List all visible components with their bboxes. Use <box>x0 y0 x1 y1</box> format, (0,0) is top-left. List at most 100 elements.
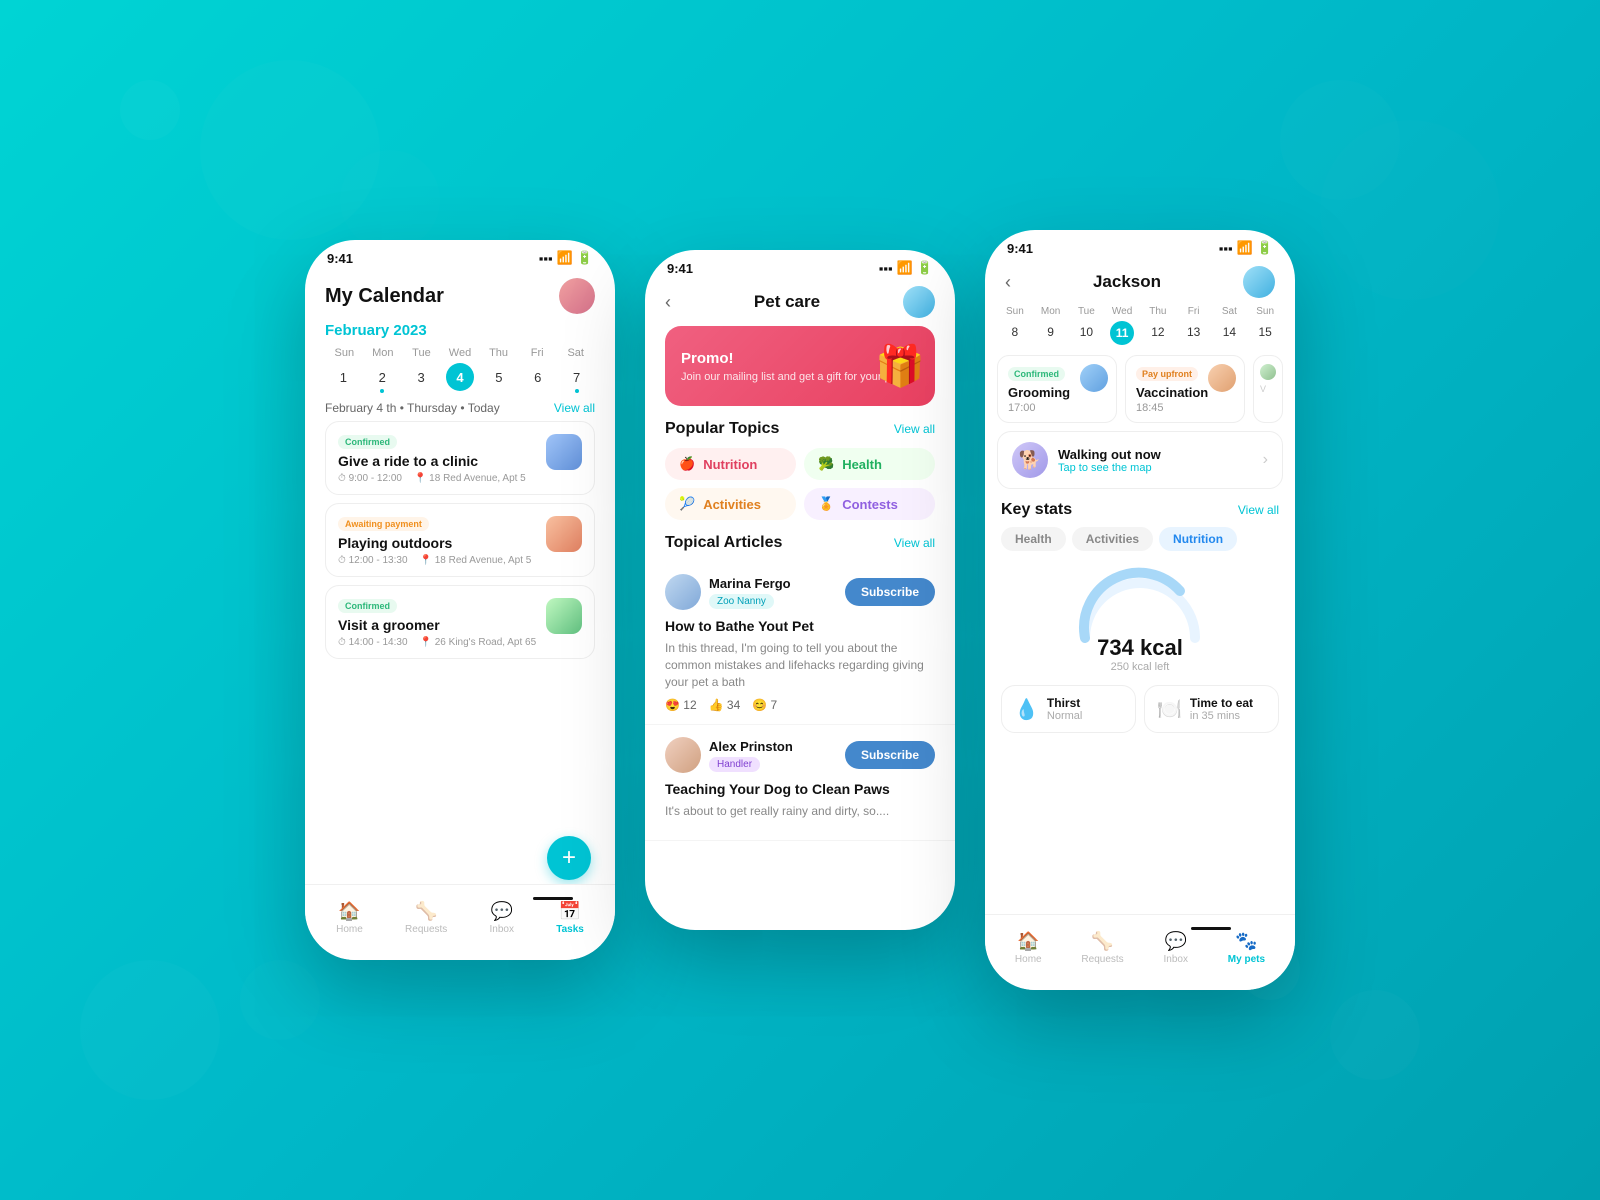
cal-day-6[interactable]: 6 <box>524 363 552 391</box>
cal-day-2[interactable]: 2 <box>368 363 396 391</box>
wifi-icon-c: 📶 <box>897 260 913 276</box>
stats-tab-health[interactable]: Health <box>1001 527 1066 551</box>
appt-card-grooming[interactable]: Confirmed Grooming 17:00 <box>997 355 1117 423</box>
rcd-9[interactable]: 9 <box>1033 321 1069 345</box>
appt-avatar-vaccination <box>1208 364 1236 392</box>
pet-name-title: Jackson <box>1011 272 1243 292</box>
topics-grid: 🍎 Nutrition 🥦 Health 🎾 Activities 🏅 Cont… <box>645 448 955 534</box>
rcd-8[interactable]: 8 <box>997 321 1033 345</box>
appt-card-vaccination[interactable]: Pay upfront Vaccination 18:45 <box>1125 355 1245 423</box>
rcd-10[interactable]: 10 <box>1069 321 1105 345</box>
rcd-14[interactable]: 14 <box>1212 321 1248 345</box>
topical-articles-view-all[interactable]: View all <box>894 536 935 550</box>
nav-item-tasks-left[interactable]: 📅 Tasks <box>556 901 584 935</box>
rcd-15[interactable]: 15 <box>1247 321 1283 345</box>
topical-articles-header: Topical Articles View all <box>645 534 955 562</box>
nav-item-inbox-right[interactable]: 💬 Inbox <box>1164 931 1188 965</box>
event-card-1[interactable]: Awaiting payment Playing outdoors ⏱ 12:0… <box>325 503 595 577</box>
cal-day-5[interactable]: 5 <box>485 363 513 391</box>
user-avatar-center[interactable] <box>903 286 935 318</box>
stat-thirst[interactable]: 💧 Thirst Normal <box>1001 685 1136 733</box>
article-excerpt-1: It's about to get really rainy and dirty… <box>665 803 935 820</box>
walk-title: Walking out now <box>1058 447 1253 462</box>
view-all-left[interactable]: View all <box>554 401 595 415</box>
topic-health[interactable]: 🥦 Health <box>804 448 935 480</box>
topic-activities[interactable]: 🎾 Activities <box>665 488 796 520</box>
signal-icon-c: ▪▪▪ <box>879 261 893 276</box>
topic-contests[interactable]: 🏅 Contests <box>804 488 935 520</box>
popular-topics-view-all[interactable]: View all <box>894 422 935 436</box>
subscribe-button-1[interactable]: Subscribe <box>845 741 935 769</box>
rcd-12[interactable]: 12 <box>1140 321 1176 345</box>
kcal-value: 734 kcal <box>1097 635 1183 661</box>
author-role-1: Handler <box>709 757 760 772</box>
nav-item-home-right[interactable]: 🏠 Home <box>1015 931 1042 965</box>
subscribe-button-0[interactable]: Subscribe <box>845 578 935 606</box>
center-header: ‹ Pet care <box>645 280 955 326</box>
inbox-icon-right: 💬 <box>1165 931 1187 952</box>
cal-header: Sun Mon Tue Wed Thu Fri Sat <box>325 347 595 359</box>
appt-badge-confirmed: Confirmed <box>1008 367 1065 381</box>
topic-nutrition[interactable]: 🍎 Nutrition <box>665 448 796 480</box>
cal-day-4[interactable]: 4 <box>446 363 474 391</box>
popular-topics-header: Popular Topics View all <box>645 420 955 448</box>
walk-subtitle: Tap to see the map <box>1058 462 1253 474</box>
key-stats-view-all[interactable]: View all <box>1238 503 1279 517</box>
calendar-title: My Calendar <box>325 285 444 308</box>
key-stats-title: Key stats <box>1001 501 1072 519</box>
nav-item-requests-right[interactable]: 🦴 Requests <box>1081 931 1123 965</box>
walking-card[interactable]: 🐕 Walking out now Tap to see the map › <box>997 431 1283 489</box>
nav-item-home-left[interactable]: 🏠 Home <box>336 901 363 935</box>
cal-day-7[interactable]: 7 <box>563 363 591 391</box>
event-badge-0: Confirmed <box>338 435 397 449</box>
right-header: ‹ Jackson <box>985 260 1295 306</box>
article-card-1[interactable]: Alex Prinston Handler Subscribe Teaching… <box>645 725 955 841</box>
event-avatar-2 <box>546 598 582 634</box>
nav-item-requests-left[interactable]: 🦴 Requests <box>405 901 447 935</box>
cal-day-3[interactable]: 3 <box>407 363 435 391</box>
event-card-0[interactable]: Confirmed Give a ride to a clinic ⏱ 9:00… <box>325 421 595 495</box>
date-text: February 4 th • Thursday • Today <box>325 401 500 415</box>
fab-button[interactable]: + <box>547 836 591 880</box>
cal-day-1[interactable]: 1 <box>329 363 357 391</box>
article-excerpt-0: In this thread, I'm going to tell you ab… <box>665 640 935 690</box>
author-name-0: Marina Fergo <box>709 576 791 591</box>
reaction-like[interactable]: 👍 34 <box>709 698 741 712</box>
stat-time-to-eat[interactable]: 🍽️ Time to eat in 35 mins <box>1144 685 1279 733</box>
status-icons-left: ▪▪▪ 📶 🔋 <box>539 250 593 266</box>
event-card-2[interactable]: Confirmed Visit a groomer ⏱ 14:00 - 14:3… <box>325 585 595 659</box>
rcd-13[interactable]: 13 <box>1176 321 1212 345</box>
thirst-label: Thirst <box>1047 696 1082 710</box>
status-bar-center: 9:41 ▪▪▪ 📶 🔋 <box>645 250 955 280</box>
kcal-sub: 250 kcal left <box>1111 661 1170 673</box>
nav-item-inbox-left[interactable]: 💬 Inbox <box>490 901 514 935</box>
promo-banner[interactable]: Promo! Join our mailing list and get a g… <box>665 326 935 406</box>
promo-icon: 🎁 <box>875 343 925 390</box>
rcd-11[interactable]: 11 <box>1110 321 1134 345</box>
time-center: 9:41 <box>667 261 693 276</box>
month-label: February 2023 <box>305 318 615 347</box>
activities-label: Activities <box>703 497 761 512</box>
nav-item-mypets-right[interactable]: 🐾 My pets <box>1228 931 1265 965</box>
user-avatar-left[interactable] <box>559 278 595 314</box>
stats-bottom: 💧 Thirst Normal 🍽️ Time to eat in 35 min… <box>985 685 1295 733</box>
user-avatar-right[interactable] <box>1243 266 1275 298</box>
right-cal-header: Sun Mon Tue Wed Thu Fri Sat Sun <box>985 306 1295 317</box>
pet-care-title: Pet care <box>671 292 903 312</box>
home-icon-right: 🏠 <box>1017 931 1039 952</box>
signal-icon: ▪▪▪ <box>539 251 553 266</box>
article-card-0[interactable]: Marina Fergo Zoo Nanny Subscribe How to … <box>645 562 955 725</box>
event-meta-1: ⏱ 12:00 - 13:30 📍 18 Red Avenue, Apt 5 <box>338 555 582 566</box>
walk-info: Walking out now Tap to see the map <box>1058 447 1253 474</box>
reaction-love[interactable]: 😍 12 <box>665 698 697 712</box>
event-meta-2: ⏱ 14:00 - 14:30 📍 26 King's Road, Apt 65 <box>338 637 582 648</box>
reaction-smile[interactable]: 😊 7 <box>752 698 777 712</box>
stats-tab-activities[interactable]: Activities <box>1072 527 1153 551</box>
stats-tab-nutrition[interactable]: Nutrition <box>1159 527 1237 551</box>
health-label: Health <box>842 457 882 472</box>
article-author-0: Marina Fergo Zoo Nanny Subscribe <box>665 574 935 610</box>
eat-label: Time to eat <box>1190 696 1253 710</box>
reactions-0: 😍 12 👍 34 😊 7 <box>665 698 935 712</box>
eat-icon: 🍽️ <box>1157 697 1182 722</box>
eat-value: in 35 mins <box>1190 710 1253 722</box>
